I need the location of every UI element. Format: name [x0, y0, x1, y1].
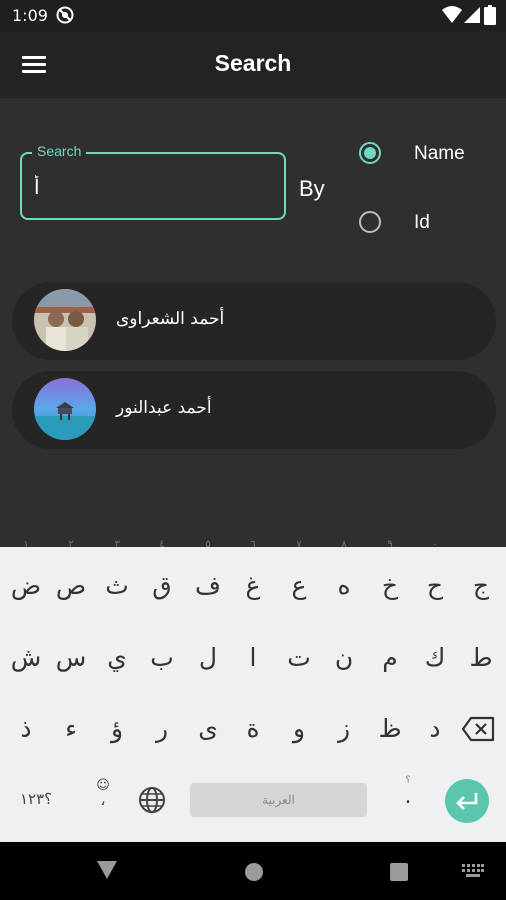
key[interactable]: ٣ث — [97, 539, 137, 613]
key[interactable]: ؤ — [97, 702, 137, 756]
result-card[interactable]: أحمد عبدالنور — [12, 371, 496, 449]
key[interactable]: ٨ه — [324, 539, 364, 613]
key[interactable]: د — [415, 702, 455, 756]
backspace-key[interactable] — [458, 702, 498, 756]
key[interactable]: ٥ف — [188, 539, 228, 613]
do-not-disturb-icon — [56, 6, 74, 24]
search-field-label: Search — [32, 143, 87, 159]
key[interactable]: ١ض — [6, 539, 46, 613]
key[interactable]: ٢ص — [51, 539, 91, 613]
battery-icon — [484, 5, 496, 25]
avatar — [34, 378, 96, 440]
radio-name[interactable] — [359, 142, 381, 164]
backspace-icon — [461, 716, 495, 742]
key[interactable]: ن — [324, 631, 364, 685]
key[interactable]: ل — [188, 631, 228, 685]
status-time: 1:09 — [12, 6, 48, 25]
key[interactable]: ذ — [6, 702, 46, 756]
keyboard-switch-icon[interactable] — [462, 864, 484, 878]
key[interactable]: ش — [6, 631, 46, 685]
back-button[interactable] — [96, 860, 118, 880]
enter-icon — [456, 793, 478, 810]
home-button[interactable] — [244, 862, 264, 882]
key[interactable]: ء — [51, 702, 91, 756]
app-bar: Search — [0, 30, 506, 98]
status-bar: 1:09 — [0, 0, 506, 30]
result-name: أحمد الشعراوى — [116, 309, 225, 329]
keyboard: ١ض ٢ص ٣ث ٤ق ٥ف ٦غ ٧ع ٨ه ٩خ ٠ح ج ش س ي ب … — [0, 539, 506, 842]
recents-button[interactable] — [390, 863, 408, 881]
page-title: Search — [214, 50, 292, 76]
radio-name-label[interactable]: Name — [414, 143, 465, 165]
key[interactable]: و — [279, 702, 319, 756]
space-bar[interactable]: العربية — [190, 783, 367, 817]
key[interactable]: ٠ح — [415, 539, 455, 613]
period-key[interactable]: ؟ . — [398, 775, 418, 808]
key[interactable]: ا — [233, 631, 273, 685]
key[interactable]: ب — [142, 631, 182, 685]
navigation-bar — [0, 842, 506, 900]
key[interactable]: ٤ق — [142, 539, 182, 613]
result-name: أحمد عبدالنور — [116, 398, 212, 418]
key[interactable]: ك — [415, 631, 455, 685]
enter-key[interactable] — [445, 779, 489, 823]
avatar — [34, 289, 96, 351]
key[interactable]: ز — [324, 702, 364, 756]
key[interactable]: ر — [142, 702, 182, 756]
key[interactable]: م — [370, 631, 410, 685]
key[interactable]: ة — [233, 702, 273, 756]
radio-id-label[interactable]: Id — [414, 212, 430, 234]
key[interactable]: ٦غ — [233, 539, 273, 613]
signal-icon — [464, 7, 480, 23]
emoji-key[interactable]: ☺ ، — [96, 779, 110, 808]
key[interactable]: ى — [188, 702, 228, 756]
key[interactable]: ت — [279, 631, 319, 685]
key[interactable]: ج — [461, 559, 501, 613]
key[interactable]: ي — [97, 631, 137, 685]
result-card[interactable]: أحمد الشعراوى — [12, 282, 496, 360]
radio-id[interactable] — [359, 211, 381, 233]
key[interactable]: ٩خ — [370, 539, 410, 613]
search-field[interactable]: Search — [20, 143, 286, 220]
key[interactable]: س — [51, 631, 91, 685]
globe-icon — [139, 787, 165, 813]
search-input[interactable] — [34, 172, 274, 202]
key[interactable]: ظ — [370, 702, 410, 756]
numbers-key[interactable]: ؟١٢٣ — [20, 790, 52, 808]
key[interactable]: ٧ع — [279, 539, 319, 613]
wifi-icon — [442, 6, 462, 23]
by-label: By — [299, 176, 325, 201]
key[interactable]: ط — [461, 631, 501, 685]
globe-key[interactable] — [138, 786, 166, 818]
